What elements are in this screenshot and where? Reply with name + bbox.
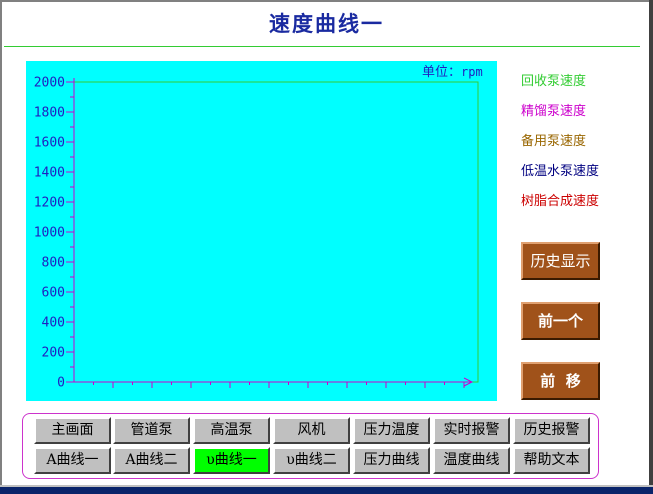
title-divider [4,46,640,47]
y-tick-label: 1600 [34,136,65,151]
nav-v-curve-2-button[interactable]: υ曲线二 [273,447,350,474]
y-tick-label: 1400 [34,166,65,181]
legend-item-standby-pump: 备用泵速度 [521,134,587,149]
window-frame-left [0,0,2,494]
nav-a-curve-2-button[interactable]: A曲线二 [113,447,190,474]
speed-chart: 0 200 400 600 800 1000 1200 1400 1600 1800 2000 [34,76,479,391]
y-tick-label: 800 [42,256,65,271]
shift-forward-button[interactable]: 前 移 [521,362,600,400]
legend: 回收泵速度 精馏泵速度 备用泵速度 低温水泵速度 树脂合成速度 [521,72,599,222]
nav-history-alarm-button[interactable]: 历史报警 [513,417,590,444]
nav-realtime-alarm-button[interactable]: 实时报警 [433,417,510,444]
nav-high-temp-pump-button[interactable]: 高温泵 [193,417,270,444]
previous-button[interactable]: 前一个 [521,302,600,340]
nav-main-screen-button[interactable]: 主画面 [34,417,111,444]
legend-item-resin-synthesis: 树脂合成速度 [521,194,600,209]
legend-item-chilled-water-pump: 低温水泵速度 [521,164,600,179]
y-tick-label: 1200 [34,196,65,211]
nav-fan-button[interactable]: 风机 [273,417,350,444]
plot-area-border [73,81,479,383]
nav-pressure-curve-button[interactable]: 压力曲线 [353,447,430,474]
legend-item-rectification-pump: 精馏泵速度 [521,104,587,119]
y-tick-label: 600 [42,286,65,301]
y-tick-label: 1000 [34,226,65,241]
unit-label-prefix: 单位： [422,65,462,80]
history-display-button[interactable]: 历史显示 [521,242,600,280]
nav-help-text-button[interactable]: 帮助文本 [513,447,590,474]
y-tick-label: 2000 [34,76,65,91]
window-frame-top [0,0,653,2]
nav-pressure-temp-button[interactable]: 压力温度 [353,417,430,444]
y-tick-label: 200 [42,346,65,361]
y-tick-label: 1800 [34,106,65,121]
window-frame-bottom [0,487,653,494]
legend-item-recovery-pump: 回收泵速度 [521,74,587,89]
unit-label: 单位：rpm [422,61,483,80]
y-tick-label: 0 [57,376,65,391]
nav-a-curve-1-button[interactable]: A曲线一 [34,447,111,474]
page-title: 速度曲线一 [269,11,384,36]
window-frame-right [649,0,653,494]
nav-temperature-curve-button[interactable]: 温度曲线 [433,447,510,474]
nav-v-curve-1-button[interactable]: υ曲线一 [193,447,270,474]
nav-pipeline-pump-button[interactable]: 管道泵 [113,417,190,444]
unit-label-unit: rpm [461,65,483,79]
y-tick-label: 400 [42,316,65,331]
